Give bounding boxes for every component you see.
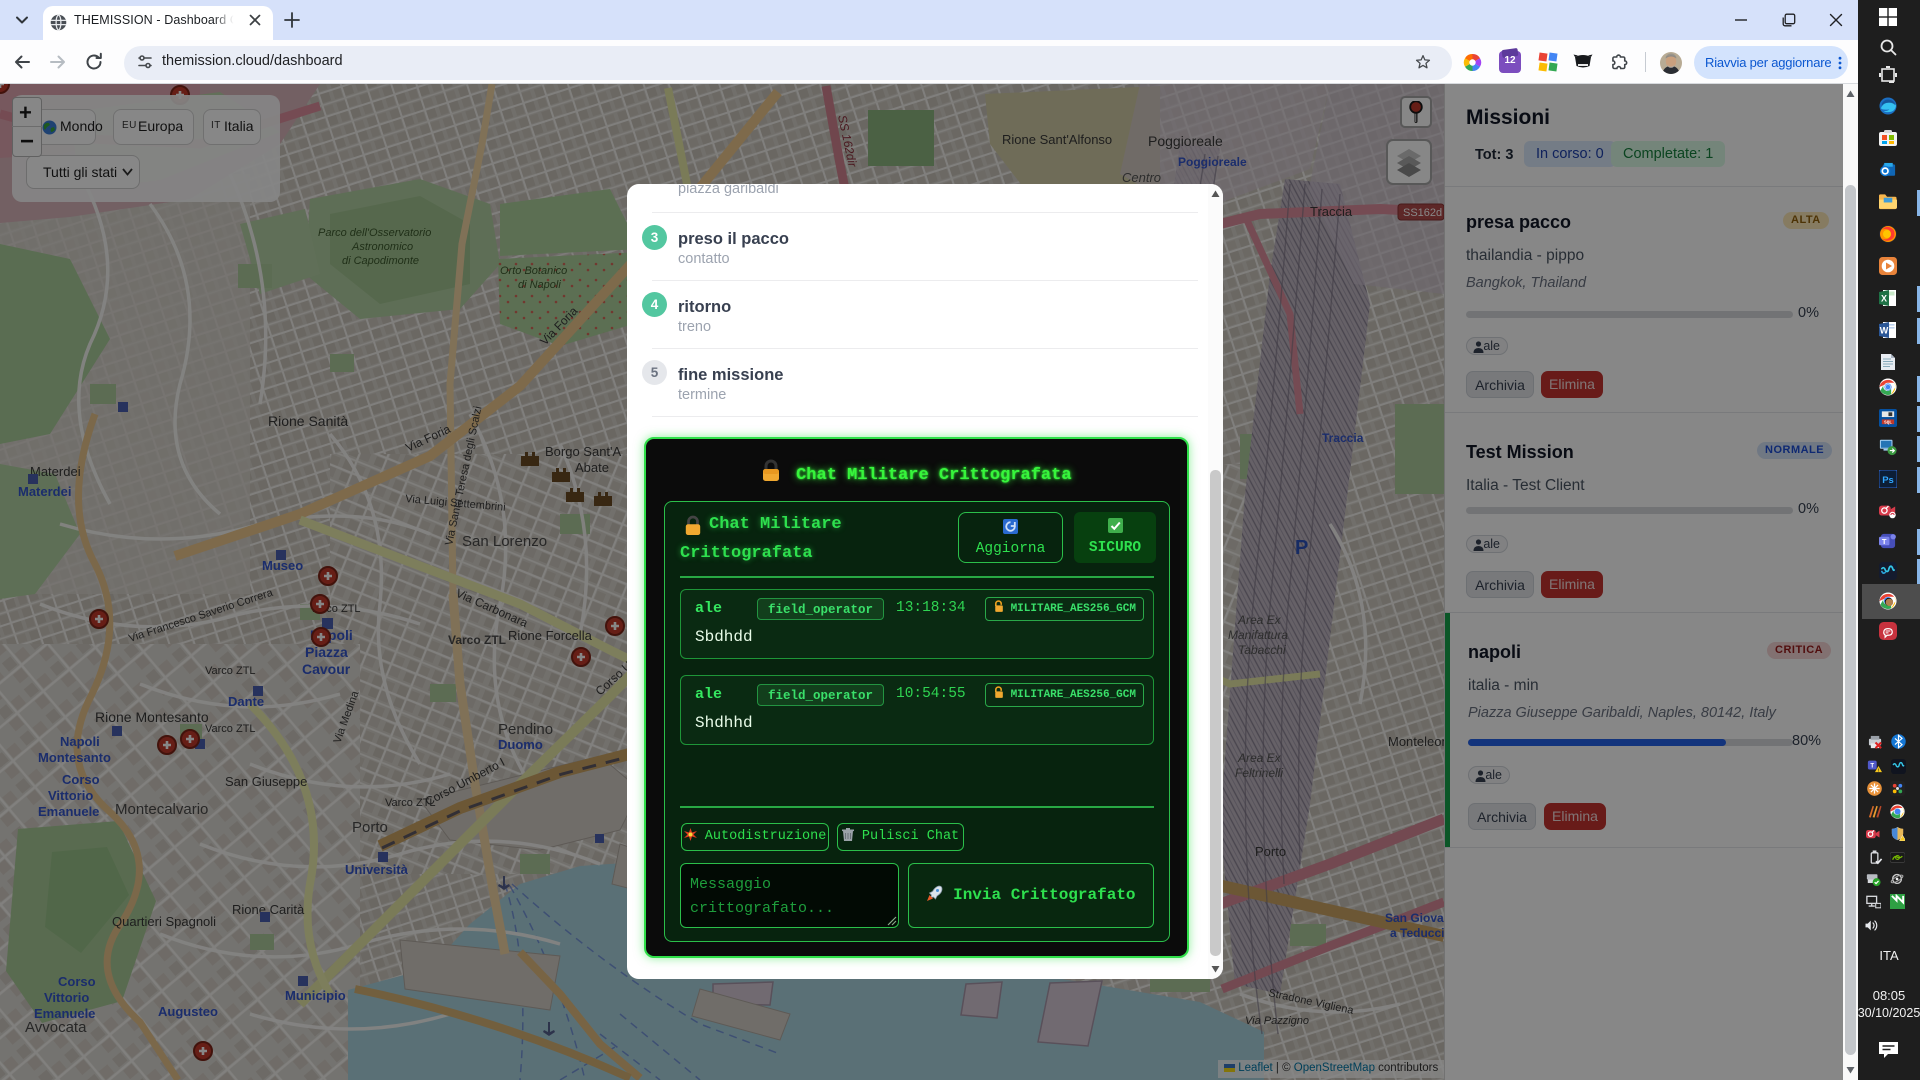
svg-text:Ps: Ps [1882,475,1894,486]
svg-text:T: T [1870,763,1874,770]
svg-text:X: X [1881,294,1887,304]
svg-text:SQL: SQL [1884,420,1892,425]
svg-text:T: T [1882,537,1887,546]
svg-text:W: W [1880,326,1889,336]
